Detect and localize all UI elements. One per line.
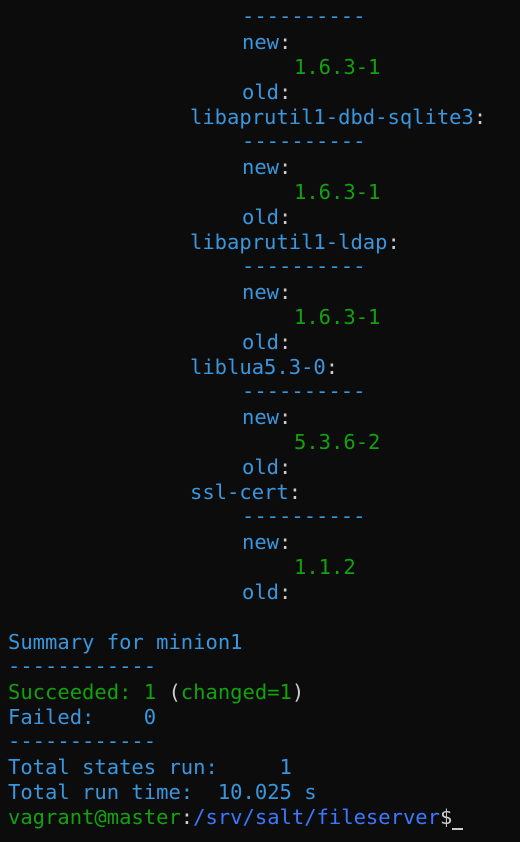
old-label-line: old: — [242, 580, 291, 605]
prompt-path: /srv/salt/fileserver — [193, 805, 440, 829]
succeeded-label: Succeeded: — [8, 680, 132, 704]
succeeded-line: Succeeded: 1 (changed=1) — [8, 680, 304, 705]
failed-line: Failed: 0 — [8, 705, 156, 730]
colon: : — [387, 230, 400, 254]
separator-line: ---------- — [242, 129, 366, 153]
colon: : — [279, 580, 292, 604]
summary-separator: ------------ — [8, 729, 157, 753]
old-key: old — [242, 455, 280, 479]
colon: : — [279, 405, 292, 429]
colon: : — [288, 480, 302, 504]
colon: : — [279, 80, 292, 104]
separator-line: ---------- — [242, 504, 366, 528]
new-label-line: new: — [242, 530, 291, 555]
new-version-value: 1.6.3-1 — [294, 305, 381, 329]
new-key: new — [242, 280, 280, 304]
new-version-value: 1.1.2 — [294, 555, 356, 579]
prompt-colon: : — [180, 805, 194, 829]
succeeded-value: 1 — [143, 680, 157, 704]
new-key: new — [242, 30, 280, 54]
colon: : — [279, 30, 292, 54]
total-states-label: Total states run: — [8, 755, 218, 779]
old-label-line: old: — [242, 455, 291, 480]
separator-line: ---------- — [242, 4, 366, 28]
package-name-line: libaprutil1-dbd-sqlite3: — [190, 105, 486, 130]
new-version-value: 5.3.6-2 — [294, 430, 381, 454]
package-name-line: libaprutil1-ldap: — [190, 230, 400, 255]
changed-close: ) — [291, 680, 305, 704]
total-states-line: Total states run: 1 — [8, 755, 292, 780]
colon: : — [279, 205, 292, 229]
terminal-window[interactable]: ---------- new: 1.6.3-1 old: libaprutil1… — [0, 0, 520, 842]
prompt-symbol: $ — [439, 805, 453, 829]
new-version-value: 1.6.3-1 — [294, 180, 381, 204]
colon: : — [473, 105, 487, 129]
new-label-line: new: — [242, 30, 291, 55]
colon: : — [279, 280, 292, 304]
new-version-value: 1.6.3-1 — [294, 55, 381, 79]
text-cursor — [452, 828, 464, 830]
old-key: old — [242, 580, 280, 604]
colon: : — [325, 355, 339, 379]
separator-line: ---------- — [242, 379, 366, 403]
summary-title: Summary for minion1 — [8, 630, 243, 654]
old-key: old — [242, 330, 280, 354]
shell-prompt[interactable]: vagrant@master:/srv/salt/fileserver$ — [8, 805, 464, 830]
changed-count: changed=1 — [180, 680, 292, 704]
new-key: new — [242, 405, 280, 429]
old-label-line: old: — [242, 330, 291, 355]
package-name-line: ssl-cert: — [190, 480, 301, 505]
new-label-line: new: — [242, 155, 291, 180]
separator-line: ---------- — [242, 254, 366, 278]
colon: : — [279, 155, 292, 179]
colon: : — [279, 530, 292, 554]
old-key: old — [242, 80, 280, 104]
old-label-line: old: — [242, 205, 291, 230]
package-name-line: liblua5.3-0: — [190, 355, 338, 380]
summary-separator: ------------ — [8, 654, 157, 678]
total-time-label: Total run time: — [8, 780, 194, 804]
colon: : — [279, 455, 292, 479]
total-states-value: 1 — [279, 755, 292, 779]
package-name: libaprutil1-dbd-sqlite3 — [190, 105, 474, 129]
prompt-user-host: vagrant@master — [8, 805, 181, 829]
old-key: old — [242, 205, 280, 229]
failed-value: 0 — [143, 705, 157, 729]
package-name: libaprutil1-ldap — [190, 230, 388, 254]
new-label-line: new: — [242, 405, 291, 430]
total-time-value: 10.025 s — [217, 780, 317, 804]
new-label-line: new: — [242, 280, 291, 305]
old-label-line: old: — [242, 80, 291, 105]
package-name: liblua5.3-0 — [190, 355, 326, 379]
new-key: new — [242, 155, 280, 179]
new-key: new — [242, 530, 280, 554]
package-name: ssl-cert — [190, 480, 289, 504]
colon: : — [279, 330, 292, 354]
failed-label: Failed: — [8, 705, 95, 729]
total-time-line: Total run time: 10.025 s — [8, 780, 317, 805]
changed-open: ( — [168, 680, 181, 704]
